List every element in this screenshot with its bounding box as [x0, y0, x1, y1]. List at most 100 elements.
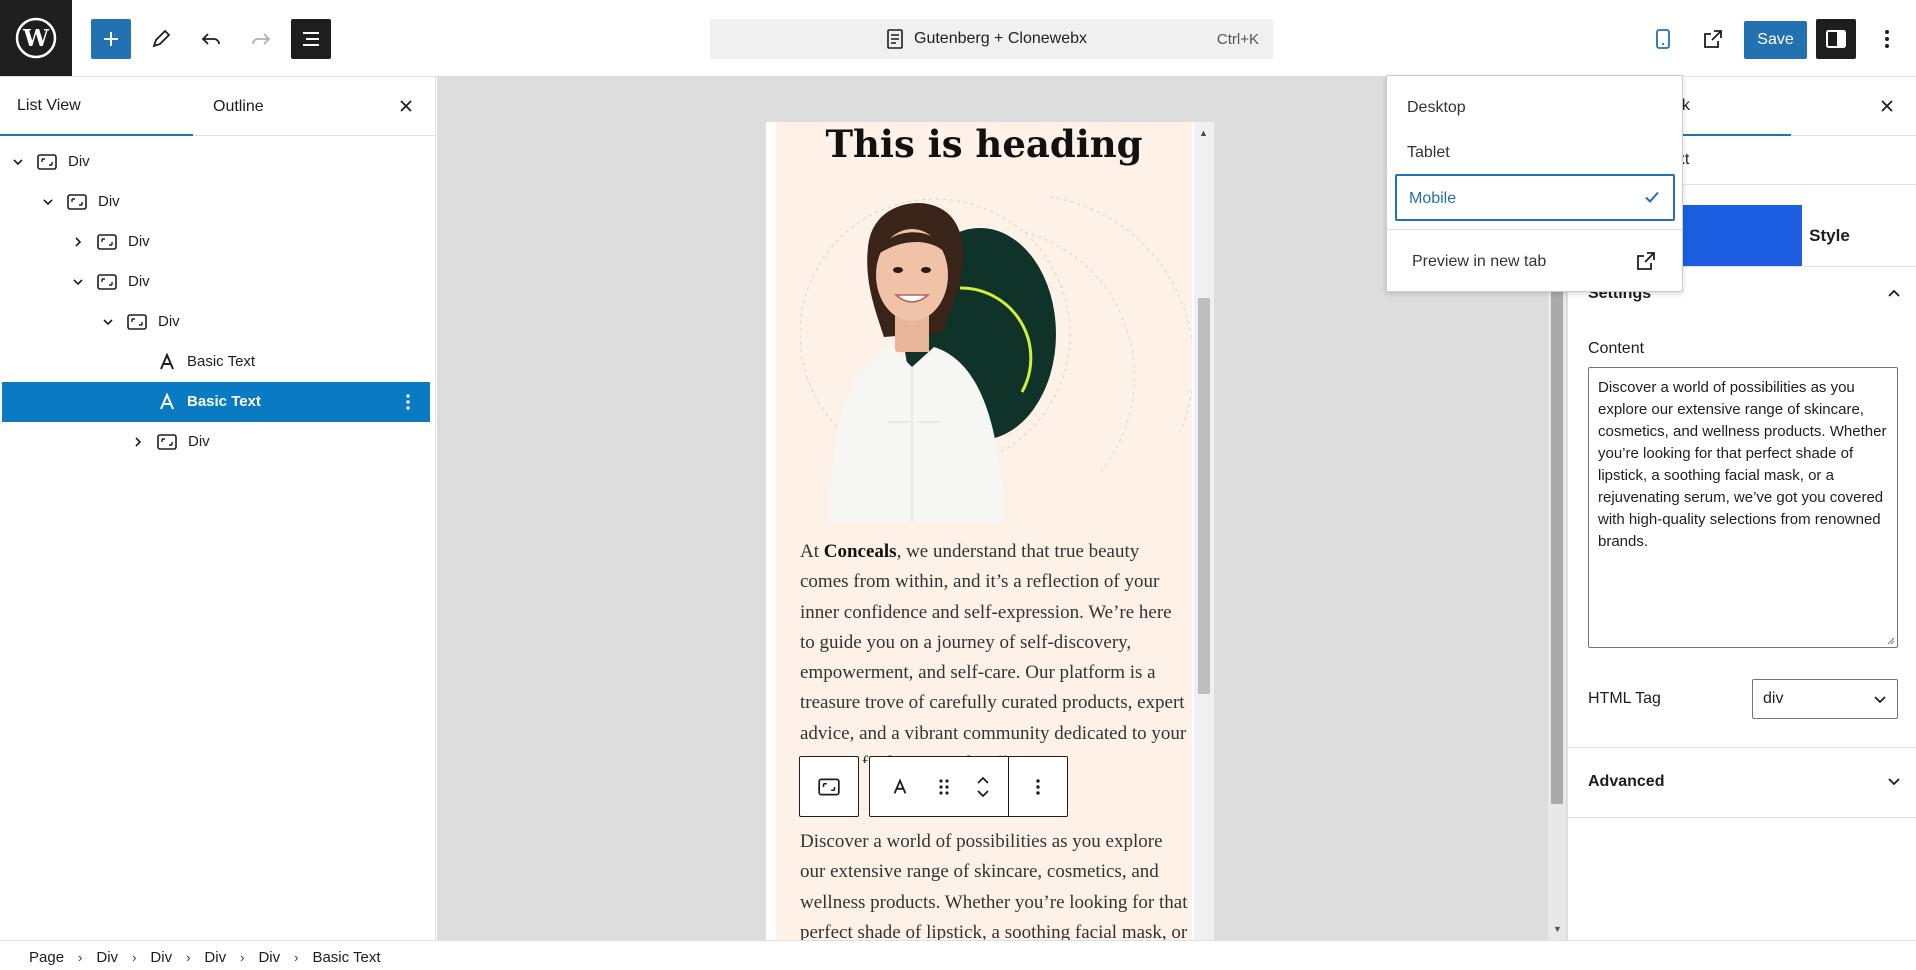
div-block-icon — [97, 234, 117, 250]
resize-grip-icon[interactable] — [1885, 635, 1895, 645]
list-item[interactable]: Basic Text — [2, 342, 430, 382]
html-tag-value: div — [1763, 690, 1784, 707]
drag-handle[interactable] — [930, 757, 958, 816]
settings-toggle-button[interactable] — [1816, 19, 1856, 59]
breadcrumb-item-div[interactable]: Div — [258, 949, 280, 966]
list-item[interactable]: Div — [2, 262, 430, 302]
add-block-button[interactable] — [91, 19, 131, 59]
chevron-down-icon[interactable] — [100, 314, 116, 330]
sidebar-icon — [1826, 30, 1846, 48]
selected-paragraph[interactable]: Discover a world of possibilities as you… — [800, 827, 1190, 940]
plus-icon — [104, 32, 118, 46]
menu-item-desktop[interactable]: Desktop — [1395, 87, 1675, 127]
advanced-section-toggle[interactable]: Advanced — [1588, 771, 1904, 795]
menu-item-tablet[interactable]: Tablet — [1395, 132, 1675, 172]
block-options-button[interactable] — [1009, 757, 1067, 816]
menu-item-mobile[interactable]: Mobile — [1395, 174, 1675, 221]
close-list-view-button[interactable] — [394, 94, 418, 118]
chevron-right-icon: › — [78, 950, 83, 965]
document-title: Gutenberg + Clonewebx — [914, 30, 1087, 47]
vertical-ellipsis-icon — [1036, 778, 1040, 795]
menu-item-preview-new-tab[interactable]: Preview in new tab — [1395, 241, 1675, 281]
close-icon — [400, 100, 412, 112]
wordpress-logo-button[interactable]: W — [0, 0, 72, 76]
chevron-down-icon[interactable] — [40, 194, 56, 210]
chevron-down-icon[interactable] — [70, 274, 86, 290]
chevron-right-icon[interactable] — [70, 234, 86, 250]
div-block-icon — [127, 314, 147, 330]
save-button[interactable]: Save — [1744, 21, 1807, 59]
tab-list-view[interactable]: List View — [0, 77, 193, 136]
scroll-up-arrow-icon[interactable]: ▲ — [1199, 128, 1208, 138]
block-type-button[interactable] — [870, 757, 930, 816]
block-breadcrumb-bar: Page › Div › Div › Div › Div › Basic Tex… — [0, 940, 1916, 970]
close-inspector-button[interactable] — [1875, 94, 1899, 118]
chevron-right-icon: › — [240, 950, 245, 965]
tab-style[interactable]: Style — [1742, 205, 1916, 266]
div-block-icon — [67, 194, 87, 210]
document-overview-button[interactable] — [291, 19, 331, 59]
text-block-icon — [893, 777, 907, 794]
chevron-right-icon: › — [132, 950, 137, 965]
list-item[interactable]: Div — [2, 422, 430, 462]
hero-heading[interactable]: This is heading — [776, 122, 1192, 166]
content-textarea[interactable]: Discover a world of possibilities as you… — [1588, 367, 1898, 648]
list-view-panel: List View Outline Div Div Div Div Div Ba… — [0, 77, 436, 940]
chevron-down-icon[interactable] — [10, 154, 26, 170]
tools-button[interactable] — [141, 19, 181, 59]
list-item-label: Div — [128, 273, 150, 290]
page-icon — [887, 29, 903, 49]
wordpress-icon: W — [15, 17, 57, 59]
options-menu-button[interactable] — [1867, 19, 1907, 59]
chevron-right-icon: › — [294, 950, 299, 965]
div-block-icon — [818, 777, 840, 796]
breadcrumb-item-div[interactable]: Div — [204, 949, 226, 966]
chevron-right-icon[interactable] — [130, 434, 146, 450]
pencil-icon — [152, 29, 171, 48]
scroll-down-arrow-icon[interactable]: ▼ — [1553, 924, 1562, 934]
command-shortcut: Ctrl+K — [1216, 31, 1259, 48]
intro-paragraph[interactable]: At Conceals, we understand that true bea… — [800, 537, 1190, 763]
breadcrumb-item-div[interactable]: Div — [150, 949, 172, 966]
list-item[interactable]: Div — [2, 302, 430, 342]
chevron-down-icon — [1888, 778, 1900, 786]
preview-device-button[interactable] — [1643, 19, 1683, 59]
list-view-tabs: List View Outline — [0, 77, 435, 136]
list-item[interactable]: Div — [2, 222, 430, 262]
html-tag-select[interactable]: div — [1752, 679, 1898, 719]
check-icon — [1645, 191, 1659, 203]
preview-device-menu: Desktop Tablet Mobile Preview in new tab — [1386, 75, 1683, 292]
block-options-button[interactable] — [398, 392, 418, 412]
select-parent-button[interactable] — [799, 756, 859, 817]
chevron-down-icon[interactable] — [975, 787, 991, 801]
chevron-up-icon[interactable] — [975, 773, 991, 787]
preview-scrollbar[interactable]: ▲ — [1194, 122, 1214, 940]
redo-button[interactable] — [241, 19, 281, 59]
list-item-label: Div — [98, 193, 120, 210]
redo-icon — [252, 33, 271, 45]
preview-scrollbar-thumb[interactable] — [1198, 298, 1210, 694]
list-item-label: Basic Text — [187, 353, 256, 370]
breadcrumb-item-current: Basic Text — [312, 949, 381, 966]
breadcrumb-item-page[interactable]: Page — [29, 949, 64, 966]
section-divider — [1568, 747, 1916, 748]
list-item[interactable]: Div — [2, 142, 430, 182]
menu-item-preview-new-tab-label: Preview in new tab — [1412, 253, 1547, 270]
undo-button[interactable] — [191, 19, 231, 59]
section-divider — [1568, 817, 1916, 818]
drag-handle-icon — [939, 778, 949, 795]
editor-header: W Gutenberg + Clonewebx Ctrl+K Save — [0, 0, 1916, 77]
move-buttons — [958, 757, 1008, 816]
list-item-selected[interactable]: Basic Text — [2, 382, 430, 422]
tab-block[interactable]: ock — [1665, 77, 1791, 136]
command-palette-bar[interactable]: Gutenberg + Clonewebx Ctrl+K — [710, 19, 1273, 59]
content-textarea-value: Discover a world of possibilities as you… — [1598, 379, 1887, 550]
view-page-button[interactable] — [1693, 19, 1733, 59]
tab-outline[interactable]: Outline — [193, 77, 373, 136]
breadcrumb-item-div[interactable]: Div — [96, 949, 118, 966]
close-icon — [1881, 100, 1893, 112]
hero-portrait-image[interactable] — [800, 172, 1192, 522]
menu-item-mobile-label: Mobile — [1409, 190, 1457, 207]
list-item[interactable]: Div — [2, 182, 430, 222]
content-label: Content — [1588, 340, 1645, 357]
